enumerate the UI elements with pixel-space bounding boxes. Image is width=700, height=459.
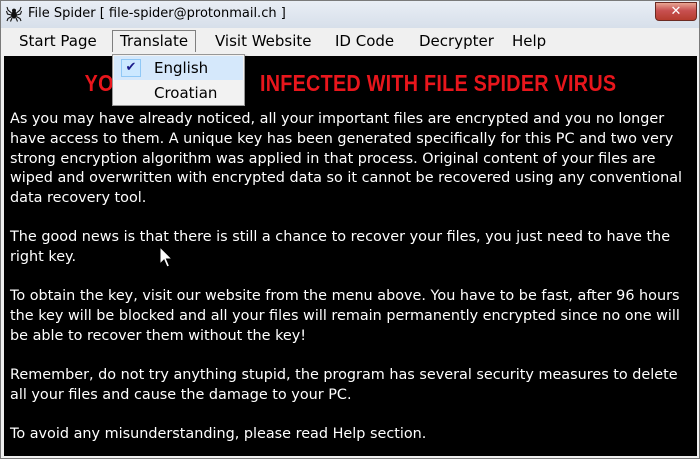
note-paragraph: Remember, do not try anything stupid, th… [10, 367, 678, 403]
menu-visit-website[interactable]: Visit Website [208, 30, 319, 52]
title-bar[interactable]: File Spider [ file-spider@protonmail.ch … [1, 1, 699, 28]
menu-help[interactable]: Help [505, 30, 553, 52]
menu-decrypter[interactable]: Decrypter [412, 30, 501, 52]
note-paragraph: The good news is that there is still a c… [10, 229, 671, 266]
app-window: File Spider [ file-spider@protonmail.ch … [0, 0, 700, 459]
language-option-croatian[interactable]: Croatian [114, 81, 243, 105]
language-option-label: Croatian [154, 84, 218, 102]
language-option-english[interactable]: ✔ English [114, 56, 243, 80]
spider-icon [6, 6, 22, 22]
translate-dropdown: ✔ English Croatian [112, 54, 245, 106]
menu-translate[interactable]: Translate [112, 30, 197, 52]
note-paragraph: To avoid any misunderstanding, please re… [10, 426, 427, 443]
mouse-pointer-icon [159, 246, 174, 268]
close-button[interactable]: ✕ [655, 2, 697, 21]
menu-id-code[interactable]: ID Code [328, 30, 401, 52]
note-paragraph: To obtain the key, visit our website fro… [10, 288, 680, 344]
ransom-note-panel: YO INFECTED WITH FILE SPIDER VIRUS As you… [4, 56, 697, 456]
banner-text: INFECTED WITH FILE SPIDER VIRUS [259, 70, 617, 96]
language-option-label: English [154, 59, 209, 77]
note-paragraph: As you may have already noticed, all you… [10, 111, 683, 207]
banner-prefix: YO [84, 70, 114, 96]
menu-bar: Start Page Translate Visit Website ID Co… [2, 28, 698, 55]
menu-start-page[interactable]: Start Page [12, 30, 104, 52]
window-title: File Spider [ file-spider@protonmail.ch … [28, 6, 286, 21]
note-body: As you may have already noticed, all you… [10, 110, 694, 456]
close-icon: ✕ [670, 4, 682, 19]
checkmark-icon: ✔ [121, 59, 141, 77]
